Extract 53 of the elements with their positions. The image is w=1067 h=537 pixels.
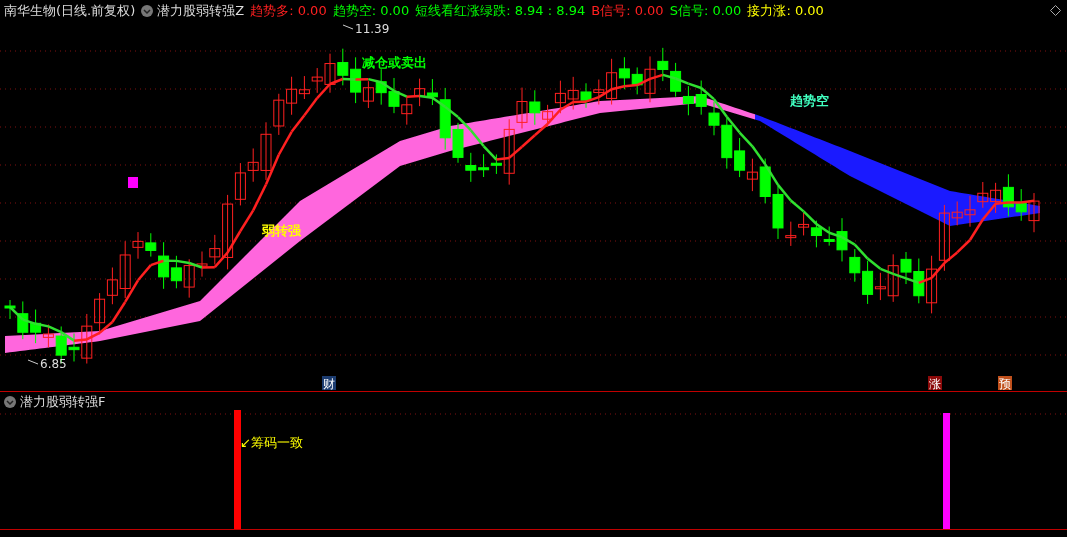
candlestick — [1028, 192, 1040, 233]
indicator-value: S信号: 0.00 — [669, 2, 742, 20]
candlestick — [414, 78, 426, 107]
indicator-value: 短线看红涨绿跌: 8.94 : 8.94 — [415, 2, 586, 20]
candlestick — [375, 68, 387, 106]
candlestick — [273, 93, 285, 136]
leader-line — [342, 24, 354, 30]
event-marker-label: 财 — [323, 377, 335, 391]
candlestick — [810, 220, 822, 248]
annotation-label: ↙筹码一致 — [240, 434, 303, 452]
candlestick — [746, 158, 758, 192]
indicator-value: 趋势空: 0.00 — [332, 2, 410, 20]
candlestick — [554, 80, 566, 114]
candlestick — [798, 212, 810, 236]
diamond-icon[interactable] — [1050, 5, 1061, 16]
stock-title: 南华生物(日线.前复权) — [4, 2, 136, 20]
candlestick — [478, 153, 490, 178]
candlestick — [337, 48, 349, 86]
candlestick — [567, 76, 579, 111]
leader-line — [27, 359, 39, 365]
candlestick — [465, 152, 477, 183]
candlestick — [1002, 173, 1014, 217]
dropdown-icon[interactable] — [141, 5, 154, 17]
candlestick — [388, 77, 400, 114]
event-marker-label: 涨 — [929, 377, 941, 391]
indicator-value: 趋势多: 0.00 — [250, 2, 327, 20]
indicator-value: 接力涨: 0.00 — [747, 2, 824, 20]
candlestick — [670, 62, 682, 98]
candlestick — [657, 47, 669, 82]
indicator-value: B信号: 0.00 — [591, 2, 664, 20]
candlestick — [401, 95, 413, 126]
signal-label: 减仓或卖出 — [362, 55, 427, 70]
candlestick — [759, 158, 771, 204]
price-label: 6.85 — [40, 357, 67, 371]
event-marker-label: 预 — [999, 377, 1011, 391]
candlestick — [849, 248, 861, 283]
candlestick — [695, 80, 707, 116]
indicator-name: 潜力股弱转强Z — [157, 2, 245, 20]
candlestick — [618, 56, 630, 90]
signal-square — [128, 177, 138, 188]
candlestick — [913, 258, 925, 304]
dropdown-icon[interactable] — [4, 396, 16, 408]
candlestick — [734, 137, 746, 178]
candlestick — [977, 181, 989, 209]
candlestick — [580, 82, 592, 109]
candlestick — [926, 255, 938, 314]
candlestick — [990, 182, 1002, 214]
candlestick — [964, 195, 976, 228]
signal-label: 趋势空 — [790, 93, 829, 108]
price-label: 11.39 — [355, 23, 390, 36]
candlestick — [682, 85, 694, 116]
candlestick — [1015, 188, 1027, 222]
panel-title: 潜力股弱转强F — [20, 393, 106, 411]
